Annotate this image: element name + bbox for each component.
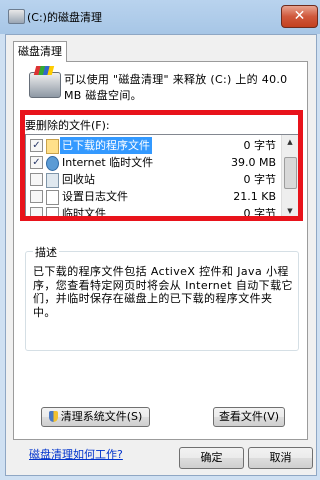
shield-icon [48, 411, 58, 422]
drive-icon [29, 72, 61, 98]
view-files-button[interactable]: 查看文件(V) [213, 407, 285, 427]
dialog-body: 磁盘清理 可以使用 "磁盘清理" 来释放 (C:) 上的 40.0 MB 磁盘空… [5, 34, 317, 476]
window-title: (C:)的磁盘清理 [27, 11, 102, 24]
description-text: 已下载的程序文件包括 ActiveX 控件和 Java 小程序，您查看特定网页时… [33, 265, 293, 319]
ok-button[interactable]: 确定 [179, 447, 244, 469]
title-bar: (C:)的磁盘清理 ✕ [0, 0, 320, 34]
summary-text: 可以使用 "磁盘清理" 来释放 (C:) 上的 40.0 MB 磁盘空间。 [64, 73, 288, 102]
red-highlight-box [20, 110, 303, 221]
cancel-button[interactable]: 取消 [248, 447, 313, 469]
disk-cleanup-icon [8, 9, 25, 24]
close-button[interactable]: ✕ [281, 5, 318, 28]
description-title: 描述 [33, 244, 59, 260]
cleanup-system-files-button[interactable]: 清理系统文件(S) [41, 407, 150, 427]
cleanup-system-files-label: 清理系统文件(S) [60, 410, 143, 423]
tab-disk-cleanup[interactable]: 磁盘清理 [13, 41, 67, 62]
help-link[interactable]: 磁盘清理如何工作? [29, 446, 123, 462]
